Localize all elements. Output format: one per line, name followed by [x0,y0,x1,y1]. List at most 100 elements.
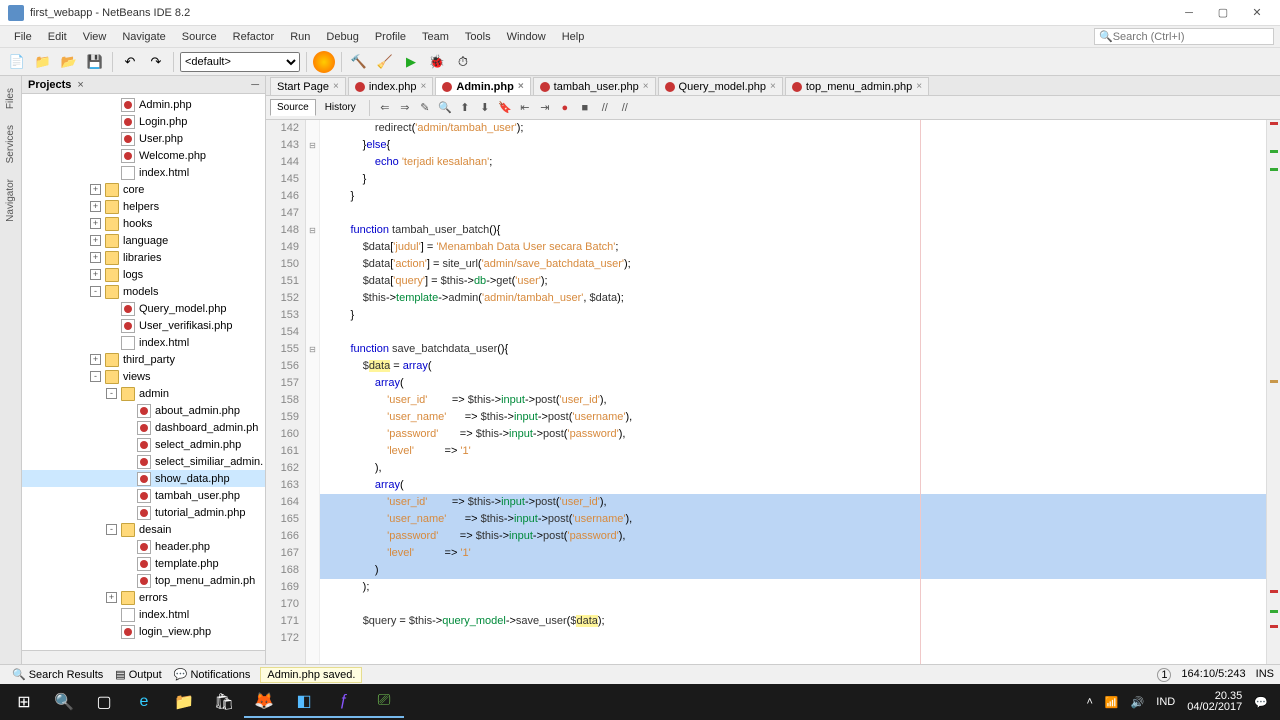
tree-item[interactable]: +core [22,181,265,198]
overview-ruler[interactable] [1266,120,1280,664]
nav-fwd[interactable]: ⇒ [396,99,414,117]
prev-bookmark[interactable]: ⬆ [456,99,474,117]
maximize-button[interactable]: ▢ [1208,3,1238,23]
menu-team[interactable]: Team [414,28,457,46]
browser-icon[interactable] [313,51,335,73]
tree-item[interactable]: +libraries [22,249,265,266]
tree-item[interactable]: Welcome.php [22,147,265,164]
code-lines[interactable]: redirect('admin/tambah_user'); }else{ ec… [320,120,1266,664]
minimize-button[interactable]: ─ [1174,3,1204,23]
menu-edit[interactable]: Edit [40,28,75,46]
tree-item[interactable]: about_admin.php [22,402,265,419]
menu-run[interactable]: Run [282,28,318,46]
menu-profile[interactable]: Profile [367,28,414,46]
notification-badge[interactable]: 1 [1157,668,1171,682]
tree-item[interactable]: login_view.php [22,623,265,640]
action-center[interactable]: 💬 [1254,696,1268,709]
tree-item[interactable]: Admin.php [22,96,265,113]
next-bookmark[interactable]: ⬇ [476,99,494,117]
files-tab[interactable]: Files [5,80,16,117]
firefox-icon[interactable]: 🦊 [244,686,284,718]
save-all-button[interactable]: 💾 [84,51,106,73]
tree-item[interactable]: tutorial_admin.php [22,504,265,521]
menu-source[interactable]: Source [174,28,225,46]
fold-gutter[interactable]: ⊟⊟⊟ [306,120,320,664]
editor-tab[interactable]: Start Page× [270,77,346,95]
system-tray[interactable]: ˄ 📶 🔊 IND 20.3504/02/2017 💬 [1086,691,1276,713]
tree-item[interactable]: -views [22,368,265,385]
tree-item[interactable]: show_data.php [22,470,265,487]
output-tab[interactable]: ▤ Output [109,668,167,681]
clean-build-button[interactable]: 🧹 [374,51,396,73]
config-select[interactable]: <default> [180,52,300,72]
history-view[interactable]: History [318,99,363,116]
tree-item[interactable]: +logs [22,266,265,283]
menu-navigate[interactable]: Navigate [114,28,173,46]
tree-item[interactable]: select_admin.php [22,436,265,453]
find-sel[interactable]: 🔍 [436,99,454,117]
services-tab[interactable]: Services [5,117,16,171]
tree-item[interactable]: select_similiar_admin. [22,453,265,470]
projects-minimize[interactable]: ─ [251,79,259,91]
tree-item[interactable]: User.php [22,130,265,147]
tree-item[interactable]: Query_model.php [22,300,265,317]
navigator-tab[interactable]: Navigator [5,171,16,230]
tree-hscroll[interactable] [22,650,265,664]
new-file-button[interactable]: 📄 [6,51,28,73]
taskview-button[interactable]: ▢ [84,686,124,718]
app-icon-2[interactable]: ƒ [324,686,364,718]
tray-up[interactable]: ˄ [1086,696,1092,708]
edge-icon[interactable]: e [124,686,164,718]
search-button[interactable]: 🔍 [44,686,84,718]
quick-search[interactable]: 🔍 [1094,28,1274,45]
tree-item[interactable]: User_verifikasi.php [22,317,265,334]
menu-refactor[interactable]: Refactor [225,28,283,46]
uncomment[interactable]: // [616,99,634,117]
editor-tab[interactable]: top_menu_admin.php× [785,77,929,95]
new-project-button[interactable]: 📁 [32,51,54,73]
editor-tab[interactable]: index.php× [348,77,434,95]
tree-item[interactable]: -models [22,283,265,300]
code-editor[interactable]: 1421431441451461471481491501511521531541… [266,120,1280,664]
tree-item[interactable]: tambah_user.php [22,487,265,504]
toggle-bookmark[interactable]: 🔖 [496,99,514,117]
notifications-tab[interactable]: 💬 Notifications [168,668,257,681]
tree-item[interactable]: top_menu_admin.ph [22,572,265,589]
tree-item[interactable]: dashboard_admin.ph [22,419,265,436]
store-icon[interactable]: 🛍 [204,686,244,718]
menu-help[interactable]: Help [554,28,593,46]
tree-item[interactable]: -desain [22,521,265,538]
last-edit[interactable]: ✎ [416,99,434,117]
close-button[interactable]: ✕ [1242,3,1272,23]
tree-item[interactable]: +third_party [22,351,265,368]
tree-item[interactable]: +helpers [22,198,265,215]
comment[interactable]: // [596,99,614,117]
open-button[interactable]: 📂 [58,51,80,73]
menu-tools[interactable]: Tools [457,28,499,46]
tree-item[interactable]: index.html [22,164,265,181]
shift-right[interactable]: ⇥ [536,99,554,117]
debug-button[interactable]: 🐞 [426,51,448,73]
start-button[interactable]: ⊞ [4,686,44,718]
profile-button[interactable]: ⏱ [452,51,474,73]
tree-item[interactable]: -admin [22,385,265,402]
editor-tab[interactable]: tambah_user.php× [533,77,656,95]
source-view[interactable]: Source [270,99,316,116]
tree-item[interactable]: Login.php [22,113,265,130]
editor-tab[interactable]: Query_model.php× [658,77,783,95]
tree-item[interactable]: index.html [22,606,265,623]
tree-item[interactable]: +language [22,232,265,249]
netbeans-icon[interactable]: ◧ [284,686,324,718]
menu-view[interactable]: View [75,28,115,46]
editor-tab[interactable]: Admin.php× [435,77,530,95]
tree-item[interactable]: index.html [22,334,265,351]
nav-back[interactable]: ⇐ [376,99,394,117]
build-button[interactable]: 🔨 [348,51,370,73]
search-results-tab[interactable]: 🔍 Search Results [6,668,109,681]
network-icon[interactable]: 📶 [1105,696,1119,709]
undo-button[interactable]: ↶ [119,51,141,73]
tree-item[interactable]: header.php [22,538,265,555]
volume-icon[interactable]: 🔊 [1131,696,1145,709]
lang-indicator[interactable]: IND [1156,696,1175,708]
camtasia-icon[interactable]: ⎚ [364,686,404,718]
